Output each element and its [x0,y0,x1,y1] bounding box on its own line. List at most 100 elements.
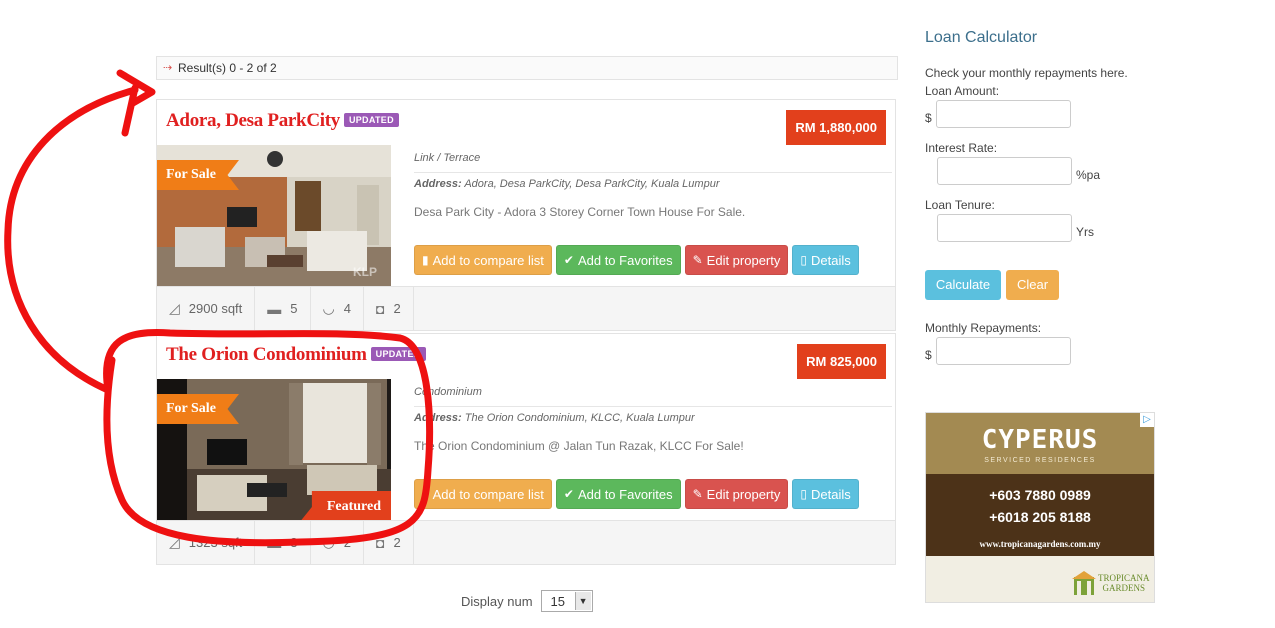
car-icon: ◘ [375,300,385,317]
interest-rate-input[interactable] [937,157,1072,185]
loan-amount-input[interactable] [936,100,1071,128]
listing-actions: ▮ Add to compare list ✔ Add to Favorites ✎… [414,245,859,275]
loan-tenure-label: Loan Tenure: [925,198,995,212]
listing-photo[interactable]: For Sale Featured [157,379,391,523]
ad-brand-line2: GARDENS [1102,583,1146,593]
ad-brand: TROPICANA GARDENS [1098,573,1150,593]
bed-icon: ▬ [267,300,282,317]
stat-beds: ▬ 3 [255,521,311,564]
property-type: Condominium [414,386,892,407]
property-address: Address: The Orion Condominium, KLCC, Ku… [414,412,892,424]
updated-badge: UPDATED [370,347,426,361]
currency-symbol: $ [925,348,932,362]
add-to-favorites-label: Add to Favorites [577,486,673,502]
advertisement-banner[interactable]: ▷ CYPERUS SERVICED RESIDENCES +603 7880 … [925,412,1155,603]
loan-tenure-input[interactable] [937,214,1072,242]
address-value: The Orion Condominium, KLCC, Kuala Lumpu… [464,412,695,424]
clear-button[interactable]: Clear [1006,270,1059,300]
details-button[interactable]: ▯ Details [792,479,859,509]
calculator-intro: Check your monthly repayments here. [925,66,1128,80]
loan-amount-label: Loan Amount: [925,84,1000,98]
property-type: Link / Terrace [414,152,892,173]
calculator-title: Loan Calculator [925,29,1038,46]
beds-value: 5 [290,301,298,316]
listing-info: Link / Terrace Address: Adora, Desa Park… [414,145,892,219]
listing-title[interactable]: The Orion Condominium [166,344,367,365]
add-to-compare-button[interactable]: ▮ Add to compare list [414,479,552,509]
listing-title[interactable]: Adora, Desa ParkCity [166,110,340,131]
edit-property-button[interactable]: ✎ Edit property [684,479,789,509]
display-num-control: Display num 15 ▼ [461,590,593,612]
chevron-down-icon[interactable]: ▼ [574,592,591,610]
for-sale-ribbon: For Sale [157,394,239,424]
ad-brand-line1: TROPICANA [1098,573,1150,583]
for-sale-ribbon: For Sale [157,160,239,190]
tenure-unit: Yrs [1076,225,1094,239]
monthly-repayments-label: Monthly Repayments: [925,321,1042,335]
add-to-compare-button[interactable]: ▮ Add to compare list [414,245,552,275]
property-description: Desa Park City - Adora 3 Storey Corner T… [414,205,746,219]
ad-phone-1: +603 7880 0989 [989,487,1091,503]
tropicana-gardens-logo-icon [1072,571,1096,595]
watermark-logo: KLP [353,265,377,279]
address-label: Address: [414,178,462,190]
interest-unit: %pa [1076,168,1101,182]
parking-value: 2 [393,535,401,550]
add-to-compare-label: Add to compare list [432,486,544,502]
bed-icon: ▬ [267,534,282,551]
add-to-compare-label: Add to compare list [432,252,544,268]
edit-property-label: Edit property [706,486,781,502]
car-icon: ◘ [375,534,385,551]
baths-value: 2 [343,535,351,550]
property-address: Address: Adora, Desa ParkCity, Desa Park… [414,178,892,190]
ad-url: www.tropicanagardens.com.my [979,539,1101,549]
property-description: The Orion Condominium @ Jalan Tun Razak,… [414,439,744,453]
details-label: Details [810,486,851,502]
listing-info: Condominium Address: The Orion Condomini… [414,379,892,453]
display-num-value: 15 [550,594,565,609]
listing-card: Adora, Desa ParkCity UPDATED RM 1,880,000… [156,99,896,331]
edit-property-button[interactable]: ✎ Edit property [684,245,789,275]
stat-size: ◿ 1323 sqft [157,521,256,564]
parking-value: 2 [393,301,401,316]
address-value: Adora, Desa ParkCity, Desa ParkCity, Kua… [464,178,720,190]
bath-icon: ◡ [322,300,335,316]
calculate-button[interactable]: Calculate [925,270,1001,300]
area-icon: ◿ [169,534,180,550]
listing-actions: ▮ Add to compare list ✔ Add to Favorites ✎… [414,479,859,509]
edit-icon: ✎ [692,253,703,267]
area-icon: ◿ [169,300,180,316]
document-icon: ▯ [800,487,807,501]
arrow-right-icon: ⇢ [163,62,173,74]
listing-photo[interactable]: For Sale KLP [157,145,391,289]
stat-parking: ◘ 2 [364,287,414,330]
results-count: Result(s) 0 - 2 of 2 [178,61,277,75]
add-to-favorites-button[interactable]: ✔ Add to Favorites [555,245,681,275]
address-label: Address: [414,412,462,424]
bookmark-icon: ▮ [422,253,429,267]
results-bar: ⇢ Result(s) 0 - 2 of 2 [156,56,898,80]
edit-property-label: Edit property [706,252,781,268]
ad-phone-2: +6018 205 8188 [989,509,1091,525]
stat-baths: ◡ 2 [311,521,364,564]
ad-logo: CYPERUS [981,425,1099,455]
bath-icon: ◡ [322,534,335,550]
add-to-favorites-button[interactable]: ✔ Add to Favorites [555,479,681,509]
size-value: 1323 sqft [188,535,243,550]
beds-value: 3 [290,535,298,550]
interest-rate-label: Interest Rate: [925,141,998,155]
stat-baths: ◡ 4 [311,287,364,330]
details-button[interactable]: ▯ Details [792,245,859,275]
listing-title-link[interactable]: Adora, Desa ParkCity UPDATED [166,110,399,132]
bookmark-icon: ▮ [422,487,429,501]
display-num-label: Display num [461,593,533,609]
price-tag: RM 825,000 [797,344,886,379]
listing-card: The Orion Condominium UPDATED RM 825,000 … [156,333,896,565]
monthly-repayments-output[interactable] [936,337,1071,365]
stat-parking: ◘ 2 [364,521,414,564]
check-icon: ✔ [563,253,574,267]
listing-title-link[interactable]: The Orion Condominium UPDATED [166,344,426,366]
display-num-select[interactable]: 15 ▼ [540,590,593,612]
price-tag: RM 1,880,000 [786,110,886,145]
stat-beds: ▬ 5 [255,287,311,330]
